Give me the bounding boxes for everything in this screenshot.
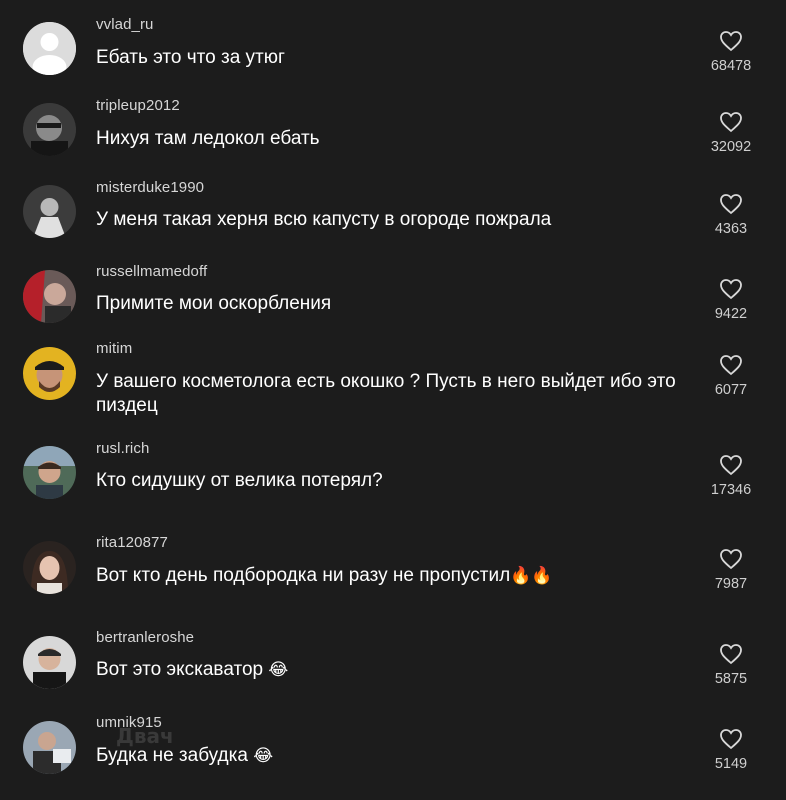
like-count: 6077 [714, 382, 748, 398]
like-button[interactable]: 17346 [700, 454, 762, 498]
avatar[interactable] [23, 541, 76, 594]
comment-text-body: Ебать это что за утюг [96, 47, 285, 68]
like-count: 5875 [714, 671, 748, 687]
comment-username[interactable]: misterduke1990 [96, 179, 204, 196]
comment-text-body: Примите мои оскорбления [96, 293, 332, 314]
comment-text: Примите мои оскорбления [96, 292, 696, 316]
like-button[interactable]: 9422 [700, 278, 762, 322]
fire-emoji: 🔥🔥 [510, 566, 553, 586]
comment-username[interactable]: rita120877 [96, 534, 168, 551]
avatar[interactable] [23, 446, 76, 499]
user-photo-avatar [23, 185, 76, 238]
comment-text: Будка не забудка 😂 [96, 744, 696, 768]
like-button[interactable]: 5149 [700, 728, 762, 772]
heart-outline-icon [720, 279, 742, 300]
comment-username[interactable]: mitim [96, 340, 132, 357]
heart-outline-icon [720, 644, 742, 665]
user-photo-avatar [23, 636, 76, 689]
comment-text-body: У вашего косметолога есть окошко ? Пусть… [96, 371, 676, 416]
comment-text: У вашего косметолога есть окошко ? Пусть… [96, 370, 696, 418]
user-photo-avatar [23, 721, 76, 774]
comment-username[interactable]: tripleup2012 [96, 97, 180, 114]
heart-outline-icon [720, 112, 742, 133]
heart-outline-icon [720, 355, 742, 376]
user-photo-avatar [23, 347, 76, 400]
like-count: 32092 [710, 139, 752, 155]
avatar[interactable] [23, 270, 76, 323]
avatar[interactable] [23, 185, 76, 238]
heart-outline-icon [720, 729, 742, 750]
comment-text: Кто сидушку от велика потерял? [96, 469, 696, 493]
comment-text-body: Будка не забудка [96, 745, 248, 766]
comment-text-body: Вот кто день подбородка ни разу не пропу… [96, 565, 511, 586]
avatar[interactable] [23, 22, 76, 75]
comment-text-body: Вот это экскаватор [96, 659, 264, 680]
like-button[interactable]: 5875 [700, 643, 762, 687]
watermark: Двач [116, 724, 174, 748]
default-avatar-icon [23, 22, 76, 75]
comment-text-body: Нихуя там ледокол ебать [96, 128, 320, 149]
comment-text: Вот кто день подбородка ни разу не пропу… [96, 564, 696, 588]
avatar[interactable] [23, 103, 76, 156]
comment-text-body: У меня такая херня всю капусту в огороде… [96, 209, 552, 230]
comment-username[interactable]: rusl.rich [96, 440, 149, 457]
comment-text: Нихуя там ледокол ебать [96, 127, 696, 151]
comment-text-body: Кто сидушку от велика потерял? [96, 470, 383, 491]
comment-text: Вот это экскаватор 😂 [96, 658, 696, 682]
like-button[interactable]: 7987 [700, 548, 762, 592]
comment-username[interactable]: russellmamedoff [96, 263, 207, 280]
user-photo-avatar [23, 541, 76, 594]
like-button[interactable]: 6077 [700, 354, 762, 398]
like-count: 17346 [710, 482, 752, 498]
laughing-emoji: 😂 [268, 660, 289, 680]
comment-text: У меня такая херня всю капусту в огороде… [96, 208, 696, 232]
comment-username[interactable]: vvlad_ru [96, 16, 154, 33]
avatar[interactable] [23, 721, 76, 774]
heart-outline-icon [720, 194, 742, 215]
heart-outline-icon [720, 549, 742, 570]
laughing-emoji: 😂 [253, 746, 274, 766]
user-photo-avatar [23, 446, 76, 499]
user-photo-avatar [23, 270, 76, 323]
heart-outline-icon [720, 455, 742, 476]
like-button[interactable]: 32092 [700, 111, 762, 155]
comment-text: Ебать это что за утюг [96, 46, 696, 70]
comment-username[interactable]: bertranleroshe [96, 629, 194, 646]
like-count: 9422 [714, 306, 748, 322]
like-count: 4363 [714, 221, 748, 237]
like-count: 68478 [710, 58, 752, 74]
like-button[interactable]: 4363 [700, 193, 762, 237]
user-photo-avatar [23, 103, 76, 156]
like-count: 5149 [714, 756, 748, 772]
avatar[interactable] [23, 636, 76, 689]
heart-outline-icon [720, 31, 742, 52]
avatar[interactable] [23, 347, 76, 400]
like-button[interactable]: 68478 [700, 30, 762, 74]
like-count: 7987 [714, 576, 748, 592]
